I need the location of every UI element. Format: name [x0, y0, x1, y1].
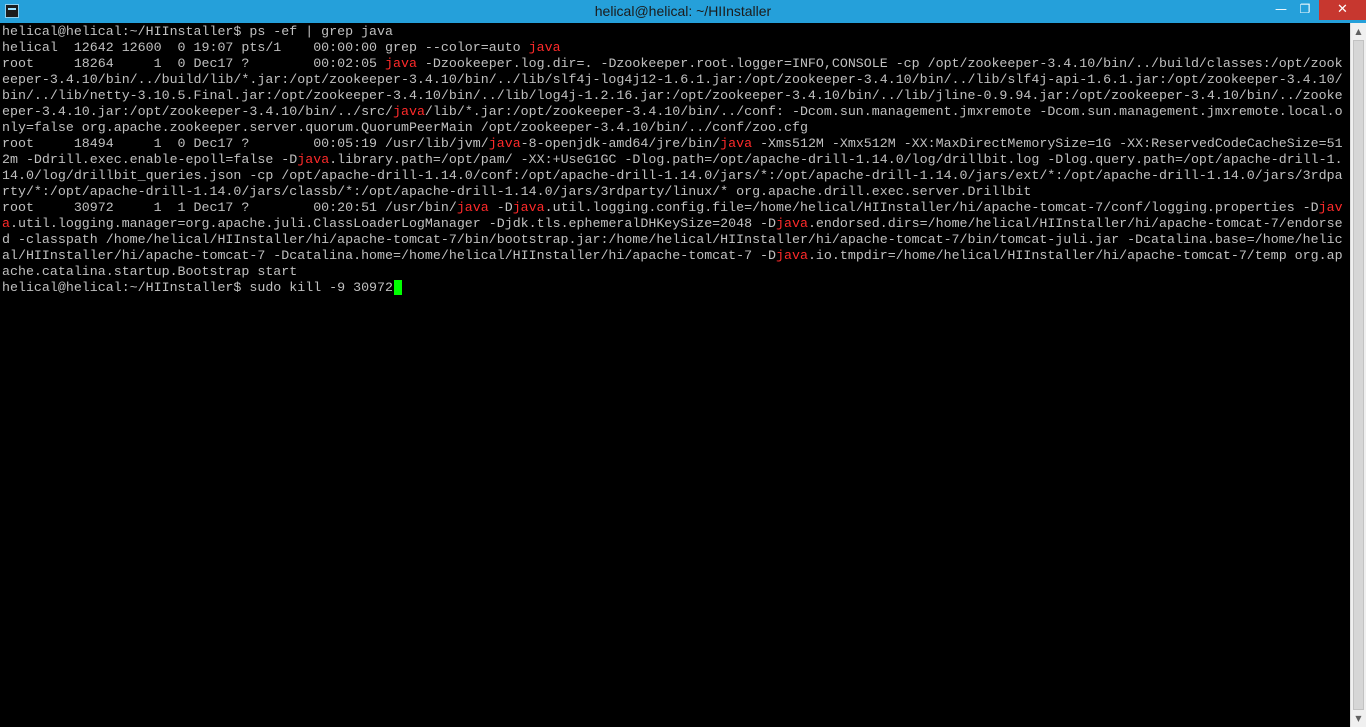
- highlighted-match: java: [385, 56, 417, 71]
- terminal-text: .util.logging.manager=org.apache.juli.Cl…: [9, 216, 777, 231]
- highlighted-match: java: [720, 136, 753, 151]
- terminal-area[interactable]: helical@helical:~/HIInstaller$ ps -ef | …: [0, 23, 1350, 727]
- highlighted-match: java: [393, 104, 425, 119]
- terminal-line: helical@helical:~/HIInstaller$ sudo kill…: [2, 280, 1343, 296]
- terminal-line: rty/*:/opt/apache-drill-1.14.0/jars/clas…: [2, 184, 1343, 200]
- terminal-text: nly=false org.apache.zookeeper.server.qu…: [2, 120, 808, 135]
- scrollbar-thumb[interactable]: [1353, 40, 1364, 710]
- terminal-line: d -classpath /home/helical/HIInstaller/h…: [2, 232, 1343, 248]
- terminal-text: helical@helical:~/HIInstaller$ sudo kill…: [2, 280, 393, 295]
- scroll-down-arrow-icon[interactable]: ▼: [1351, 710, 1366, 727]
- terminal-line: eper-3.4.10.jar:/opt/zookeeper-3.4.10/bi…: [2, 104, 1343, 120]
- terminal-text: al/HIInstaller/hi/apache-tomcat-7 -Dcata…: [2, 248, 777, 263]
- terminal-text: .io.tmpdir=/home/helical/HIInstaller/hi/…: [807, 248, 1343, 263]
- terminal-text: bin/../lib/netty-3.10.5.Final.jar:/opt/z…: [2, 88, 1343, 103]
- highlighted-match: java: [488, 136, 521, 151]
- terminal-text: .endorsed.dirs=/home/helical/HIInstaller…: [807, 216, 1343, 231]
- terminal-line: nly=false org.apache.zookeeper.server.qu…: [2, 120, 1343, 136]
- terminal-text: ache.catalina.startup.Bootstrap start: [2, 264, 298, 279]
- highlighted-match: java: [512, 200, 545, 215]
- terminal-text: eper-3.4.10.jar:/opt/zookeeper-3.4.10/bi…: [2, 104, 393, 119]
- scroll-up-arrow-icon[interactable]: ▲: [1351, 23, 1366, 40]
- terminal-line: eeper-3.4.10/bin/../build/lib/*.jar:/opt…: [2, 72, 1343, 88]
- highlighted-match: jav: [1318, 200, 1343, 215]
- terminal-line: a.util.logging.manager=org.apache.juli.C…: [2, 216, 1343, 232]
- text-cursor: [394, 280, 402, 295]
- terminal-line: root 18494 1 0 Dec17 ? 00:05:19 /usr/lib…: [2, 136, 1343, 152]
- terminal-line: root 18264 1 0 Dec17 ? 00:02:05 java -Dz…: [2, 56, 1343, 72]
- minimize-button[interactable]: —: [1268, 0, 1294, 20]
- restore-button[interactable]: ❐: [1292, 0, 1318, 20]
- title-bar[interactable]: helical@helical: ~/HIInstaller — ❐ ✕: [0, 0, 1366, 23]
- terminal-text: -8-openjdk-amd64/jre/bin/: [520, 136, 721, 151]
- highlighted-match: java: [528, 40, 561, 55]
- terminal-text: helical 12642 12600 0 19:07 pts/1 00:00:…: [2, 40, 529, 55]
- terminal-text: root 18264 1 0 Dec17 ? 00:02:05: [2, 56, 386, 71]
- terminal-text: .util.logging.config.file=/home/helical/…: [544, 200, 1319, 215]
- close-button[interactable]: ✕: [1319, 0, 1366, 20]
- terminal-text: 14.0/log/drillbit_queries.json -cp /opt/…: [2, 168, 1343, 183]
- highlighted-match: java: [456, 200, 489, 215]
- terminal-line: bin/../lib/netty-3.10.5.Final.jar:/opt/z…: [2, 88, 1343, 104]
- terminal-text: helical@helical:~/HIInstaller$ ps -ef | …: [2, 24, 393, 39]
- terminal-text: 2m -Ddrill.exec.enable-epoll=false -D: [2, 152, 298, 167]
- terminal-text: root 18494 1 0 Dec17 ? 00:05:19 /usr/lib…: [2, 136, 489, 151]
- terminal-text: /lib/*.jar:/opt/zookeeper-3.4.10/bin/../…: [424, 104, 1343, 119]
- terminal-text: d -classpath /home/helical/HIInstaller/h…: [2, 232, 1343, 247]
- terminal-text: eeper-3.4.10/bin/../build/lib/*.jar:/opt…: [2, 72, 1343, 87]
- terminal-text: -Xms512M -Xmx512M -XX:MaxDirectMemorySiz…: [752, 136, 1343, 151]
- terminal-line: al/HIInstaller/hi/apache-tomcat-7 -Dcata…: [2, 248, 1343, 264]
- terminal-text: -Dzookeeper.log.dir=. -Dzookeeper.root.l…: [416, 56, 1343, 71]
- terminal-text: root 30972 1 1 Dec17 ? 00:20:51 /usr/bin…: [2, 200, 457, 215]
- highlighted-match: java: [776, 248, 808, 263]
- terminal-text: rty/*:/opt/apache-drill-1.14.0/jars/clas…: [2, 184, 1032, 199]
- terminal-output: helical@helical:~/HIInstaller$ ps -ef | …: [2, 24, 1343, 296]
- window-title: helical@helical: ~/HIInstaller: [594, 3, 772, 19]
- terminal-line: ache.catalina.startup.Bootstrap start: [2, 264, 1343, 280]
- highlighted-match: java: [297, 152, 330, 167]
- highlighted-match: java: [776, 216, 808, 231]
- terminal-line: helical@helical:~/HIInstaller$ ps -ef | …: [2, 24, 1343, 40]
- vertical-scrollbar[interactable]: ▲ ▼: [1350, 23, 1366, 727]
- terminal-line: 14.0/log/drillbit_queries.json -cp /opt/…: [2, 168, 1343, 184]
- terminal-line: 2m -Ddrill.exec.enable-epoll=false -Djav…: [2, 152, 1343, 168]
- terminal-text: -D: [488, 200, 513, 215]
- terminal-text: .library.path=/opt/pam/ -XX:+UseG1GC -Dl…: [329, 152, 1343, 167]
- highlighted-match: a: [2, 216, 10, 231]
- terminal-line: root 30972 1 1 Dec17 ? 00:20:51 /usr/bin…: [2, 200, 1343, 216]
- terminal-line: helical 12642 12600 0 19:07 pts/1 00:00:…: [2, 40, 1343, 56]
